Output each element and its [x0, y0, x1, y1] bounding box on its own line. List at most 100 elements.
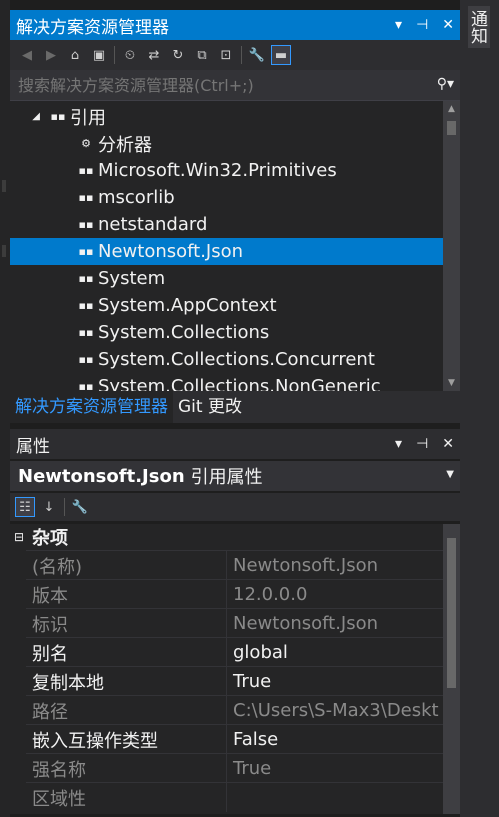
- back-icon[interactable]: ◀: [18, 46, 36, 64]
- toolbar-separator: [114, 46, 115, 64]
- property-value[interactable]: True: [226, 754, 443, 783]
- property-name: (名称): [32, 556, 83, 578]
- close-icon[interactable]: ✕: [442, 436, 454, 452]
- assembly-reference-icon: ▪▪: [78, 164, 94, 177]
- scroll-down-icon[interactable]: ▼: [443, 378, 460, 388]
- assembly-reference-icon: ▪▪: [78, 326, 94, 339]
- collapse-all-icon[interactable]: ⧉: [193, 46, 211, 64]
- auto-hide-pin-icon[interactable]: ⊣: [416, 17, 428, 33]
- property-name: 复制本地: [32, 672, 104, 694]
- property-row[interactable]: 嵌入互操作类型 False: [26, 724, 443, 754]
- tree-node-label: System.AppContext: [98, 295, 277, 316]
- property-row[interactable]: 版本 12.0.0.0: [26, 579, 443, 609]
- tree-node-reference[interactable]: ▪▪ Microsoft.Win32.Primitives: [10, 157, 443, 184]
- auto-hide-pin-icon[interactable]: ⊣: [416, 436, 428, 452]
- refresh-icon[interactable]: ↻: [169, 46, 187, 64]
- property-value[interactable]: Newtonsoft.Json: [226, 551, 443, 580]
- solution-explorer-title-bar[interactable]: 解决方案资源管理器 ▾ ⊣ ✕: [10, 10, 460, 40]
- expand-toggle-icon[interactable]: ◢: [10, 111, 40, 122]
- properties-wrench-icon[interactable]: 🔧: [248, 46, 266, 64]
- tree-node-references[interactable]: ◢ ▪▪ 引用: [10, 103, 443, 130]
- window-position-dropdown-icon[interactable]: ▾: [395, 17, 402, 33]
- property-grid-scrollbar[interactable]: [443, 524, 460, 814]
- window-position-dropdown-icon[interactable]: ▾: [395, 436, 402, 452]
- property-value[interactable]: C:\Users\S-Max3\Deskt: [226, 696, 443, 725]
- tree-node-reference[interactable]: ▪▪ System.Collections.NonGeneric: [10, 373, 443, 391]
- solution-explorer-toolbar: ◀ ▶ ⌂ ▣ ⏲ ⇄ ↻ ⧉ ⊡ 🔧 ▬: [10, 40, 460, 70]
- tab-solution-explorer[interactable]: 解决方案资源管理器: [10, 391, 173, 423]
- property-value[interactable]: False: [226, 725, 443, 754]
- tree-node-label: System.Collections.NonGeneric: [98, 376, 381, 391]
- tree-node-label: mscorlib: [98, 187, 175, 208]
- tree-node-reference-selected[interactable]: ▪▪ Newtonsoft.Json: [10, 238, 443, 265]
- solution-tree-scrollbar[interactable]: ▲ ▼: [443, 101, 460, 391]
- right-tool-strip: 通知: [460, 0, 499, 817]
- assembly-reference-icon: ▪▪: [78, 245, 94, 258]
- solution-explorer-search-box[interactable]: ⚲▾: [10, 70, 460, 101]
- tree-node-reference[interactable]: ▪▪ System.Collections.Concurrent: [10, 346, 443, 373]
- property-grid: ⊟ 杂项 (名称) Newtonsoft.Json 版本 12.0.0.0 标识…: [10, 524, 443, 814]
- toolbar-separator: [241, 46, 242, 64]
- home-icon[interactable]: ⌂: [66, 46, 84, 64]
- categorized-icon[interactable]: ☷: [15, 497, 35, 517]
- tree-node-label: 分析器: [98, 134, 152, 156]
- close-icon[interactable]: ✕: [442, 17, 454, 33]
- scrollbar-thumb[interactable]: [447, 538, 456, 688]
- preview-selected-items-icon[interactable]: ▬: [271, 45, 291, 65]
- assembly-reference-icon: ▪▪: [78, 299, 94, 312]
- chevron-down-icon[interactable]: ▼: [446, 469, 454, 480]
- object-selector[interactable]: Newtonsoft.Json 引用属性 ▼: [10, 461, 460, 491]
- show-all-files-icon[interactable]: ⊡: [217, 46, 235, 64]
- properties-title-bar[interactable]: 属性 ▾ ⊣ ✕: [10, 429, 460, 459]
- editor-left-strip: [0, 0, 10, 817]
- sync-with-active-document-icon[interactable]: ⇄: [145, 46, 163, 64]
- property-name: 嵌入互操作类型: [32, 730, 158, 752]
- tree-node-label: System.Collections: [98, 322, 270, 343]
- scroll-up-icon[interactable]: ▲: [443, 104, 460, 114]
- category-label: 杂项: [32, 528, 68, 549]
- collapse-toggle-icon[interactable]: ⊟: [10, 530, 28, 544]
- solution-tree: ◢ ▪▪ 引用 ⚙ 分析器 ▪▪ Microsoft.Win32.Primiti…: [10, 101, 443, 391]
- assembly-reference-icon: ▪▪: [78, 218, 94, 231]
- tree-node-reference[interactable]: ▪▪ System.AppContext: [10, 292, 443, 319]
- tab-notifications[interactable]: 通知: [467, 6, 490, 48]
- tree-node-reference[interactable]: ▪▪ System: [10, 265, 443, 292]
- category-header[interactable]: ⊟ 杂项: [10, 524, 443, 550]
- tree-node-analyzers[interactable]: ⚙ 分析器: [10, 130, 443, 157]
- assembly-reference-icon: ▪▪: [78, 380, 94, 391]
- property-name: 路径: [32, 701, 68, 723]
- tree-node-label: Newtonsoft.Json: [98, 241, 244, 262]
- property-name: 强名称: [32, 759, 86, 781]
- property-pages-wrench-icon[interactable]: 🔧: [71, 498, 89, 516]
- property-row[interactable]: 标识 Newtonsoft.Json: [26, 608, 443, 638]
- scrollbar-thumb[interactable]: [447, 121, 456, 135]
- tree-node-reference[interactable]: ▪▪ netstandard: [10, 211, 443, 238]
- tab-git-changes[interactable]: Git 更改: [173, 391, 247, 423]
- property-value[interactable]: global: [226, 638, 443, 667]
- search-icon[interactable]: ⚲▾: [437, 76, 454, 92]
- property-value[interactable]: True: [226, 667, 443, 696]
- tree-node-reference[interactable]: ▪▪ System.Collections: [10, 319, 443, 346]
- switch-views-icon[interactable]: ▣: [90, 46, 108, 64]
- alphabetical-icon[interactable]: ↓: [40, 498, 58, 516]
- property-name: 版本: [32, 585, 68, 607]
- tree-node-label: Microsoft.Win32.Primitives: [98, 160, 337, 181]
- tree-node-reference[interactable]: ▪▪ mscorlib: [10, 184, 443, 211]
- pending-changes-filter-icon[interactable]: ⏲: [121, 46, 139, 64]
- property-row[interactable]: (名称) Newtonsoft.Json: [26, 550, 443, 580]
- property-row[interactable]: 复制本地 True: [26, 666, 443, 696]
- property-value[interactable]: Newtonsoft.Json: [226, 609, 443, 638]
- property-row[interactable]: 路径 C:\Users\S-Max3\Deskt: [26, 695, 443, 725]
- property-value[interactable]: [226, 783, 443, 812]
- search-input[interactable]: [16, 74, 420, 96]
- property-value[interactable]: 12.0.0.0: [226, 580, 443, 609]
- property-row[interactable]: 别名 global: [26, 637, 443, 667]
- forward-icon[interactable]: ▶: [42, 46, 60, 64]
- assembly-reference-icon: ▪▪: [78, 272, 94, 285]
- solution-explorer-title: 解决方案资源管理器: [16, 17, 169, 38]
- property-row[interactable]: 强名称 True: [26, 753, 443, 783]
- tool-window-tabs: 解决方案资源管理器 Git 更改: [10, 391, 460, 423]
- properties-title: 属性: [16, 436, 50, 457]
- object-kind: 引用属性: [190, 467, 263, 488]
- property-row[interactable]: 区域性: [26, 782, 443, 812]
